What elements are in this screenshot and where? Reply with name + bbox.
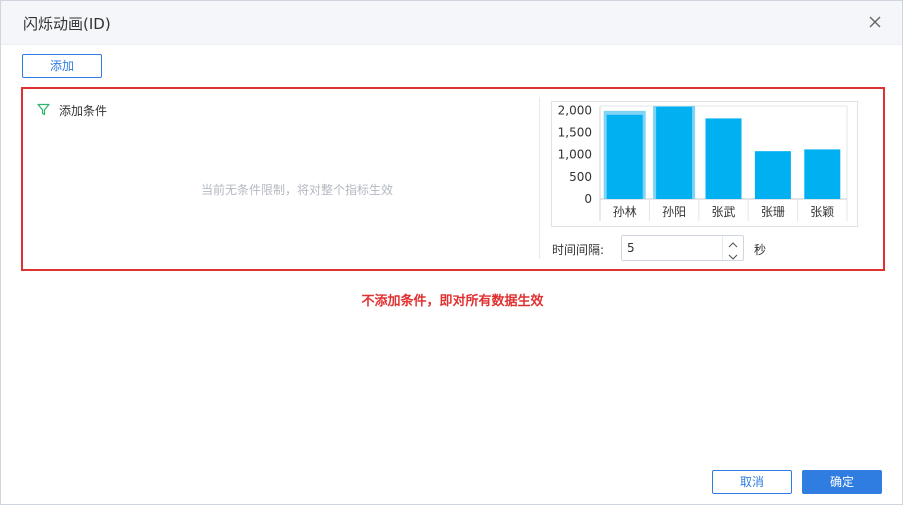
- chevron-down-icon[interactable]: [723, 248, 743, 260]
- interval-input[interactable]: 5: [621, 235, 744, 261]
- x-tick-label: 孙林: [613, 205, 637, 219]
- condition-panel: 添加条件 当前无条件限制，将对整个指标生效 2,000 1,500 1,000 500…: [21, 87, 885, 271]
- interval-unit: 秒: [754, 243, 767, 257]
- interval-value: 5: [627, 241, 635, 255]
- y-tick-label: 1,000: [558, 148, 592, 162]
- x-tick-label: 张武: [711, 205, 735, 219]
- flash-animation-dialog: 闪烁动画(ID) 添加 添加条件 当前无条件限制，将对整个指标生效 2,000 1…: [0, 0, 903, 505]
- bar-chart: 2,000 1,500 1,000 500 0 孙林 孙阳 张武 张珊 张颖: [558, 103, 848, 221]
- filter-icon: [37, 101, 50, 120]
- dialog-title: 闪烁动画(ID): [23, 15, 111, 33]
- panel-divider: [539, 97, 540, 259]
- x-tick-label: 张珊: [761, 205, 785, 219]
- interval-spinner: [722, 236, 743, 260]
- bar: [705, 118, 742, 199]
- x-tick-label: 孙阳: [662, 205, 686, 219]
- y-tick-label: 0: [584, 192, 592, 206]
- x-tick-label: 张颖: [810, 205, 834, 219]
- cancel-button[interactable]: 取消: [712, 470, 792, 494]
- annotation-text: 不添加条件，即对所有数据生效: [361, 294, 544, 309]
- chart-preview: 2,000 1,500 1,000 500 0 孙林 孙阳 张武 张珊 张颖: [551, 101, 858, 227]
- chevron-up-icon[interactable]: [723, 236, 743, 248]
- add-condition-header[interactable]: 添加条件: [37, 101, 107, 120]
- ok-button[interactable]: 确定: [802, 470, 882, 494]
- add-button[interactable]: 添加: [22, 54, 102, 78]
- bar: [804, 149, 841, 199]
- add-condition-label: 添加条件: [59, 104, 108, 118]
- bar: [754, 151, 791, 199]
- interval-label: 时间间隔:: [552, 243, 605, 257]
- y-tick-label: 1,500: [558, 126, 592, 140]
- close-icon[interactable]: [866, 13, 884, 31]
- bar: [656, 106, 693, 199]
- empty-condition-text: 当前无条件限制，将对整个指标生效: [201, 183, 394, 197]
- y-tick-label: 2,000: [558, 103, 592, 117]
- dialog-titlebar: 闪烁动画(ID): [1, 1, 902, 45]
- bar: [606, 114, 643, 199]
- y-tick-label: 500: [569, 170, 592, 184]
